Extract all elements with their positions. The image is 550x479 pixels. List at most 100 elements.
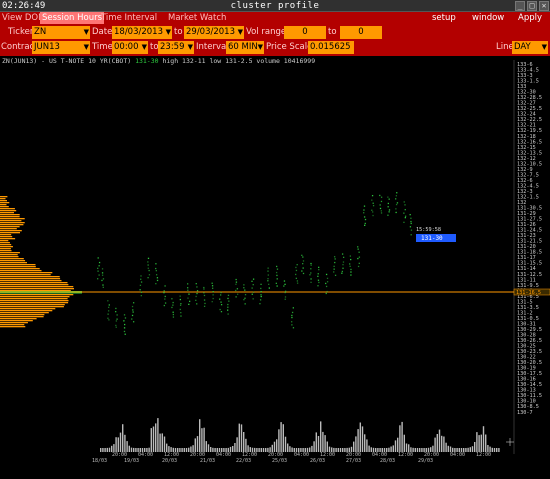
cluster-cell	[251, 293, 253, 295]
cluster-cell	[212, 291, 214, 293]
date-from-field[interactable]: 18/03/2013 ▼	[112, 26, 172, 39]
interval-field[interactable]: 60 MIN ▼	[226, 41, 264, 54]
cluster-cell	[131, 318, 133, 320]
volume-bar	[482, 426, 485, 452]
ticker-field[interactable]: ZN ▼	[32, 26, 90, 39]
cluster-cell	[357, 257, 359, 260]
cluster-cell	[163, 292, 165, 294]
menu-market-watch[interactable]: Market Watch	[168, 12, 226, 24]
volume-bar	[469, 447, 471, 452]
volume-bar	[353, 441, 355, 452]
profile-bar	[0, 228, 17, 230]
cluster-cell	[98, 265, 100, 267]
profile-bar	[0, 264, 36, 266]
cluster-cell	[350, 274, 352, 276]
maximize-button[interactable]: □	[527, 1, 537, 11]
volrange-to-field[interactable]: 0	[340, 26, 382, 39]
cluster-cell	[372, 214, 374, 217]
cluster-cell	[235, 278, 237, 281]
volume-bar	[207, 444, 210, 452]
menu-time-interval[interactable]: Time Interval	[101, 12, 157, 24]
volume-bar	[243, 432, 245, 452]
volume-bar	[192, 445, 194, 452]
contract-field[interactable]: JUN13 ▼	[32, 41, 90, 54]
time-to-value: 23:59	[160, 42, 185, 52]
volume-bar	[408, 444, 410, 452]
menu-apply[interactable]: Apply	[518, 12, 542, 24]
cluster-cell	[268, 287, 270, 289]
profile-bar	[0, 308, 56, 310]
cluster-cell	[325, 282, 327, 285]
cluster-cell	[410, 234, 412, 236]
cluster-cell	[317, 279, 320, 281]
pricescale-field[interactable]: 0.015625	[308, 41, 354, 54]
cluster-profile-chart[interactable]: ZN(JUN13) - US T-NOTE 10 YR(CBOT) 131-30…	[0, 56, 550, 479]
cluster-cell	[227, 313, 229, 315]
cluster-cell	[108, 304, 110, 306]
volume-bar	[436, 434, 438, 452]
ticker-label: Ticker	[8, 27, 34, 37]
minimize-button[interactable]: _	[515, 1, 525, 11]
time-from-field[interactable]: 00:00 ▼	[112, 41, 148, 54]
profile-bar	[0, 270, 42, 272]
volume-bar	[421, 448, 423, 452]
time-to-field[interactable]: 23:59 ▼	[158, 41, 194, 54]
menu-window[interactable]: window	[472, 12, 504, 24]
cluster-cell	[260, 295, 262, 298]
cluster-cell	[227, 306, 229, 308]
volume-bar	[166, 443, 168, 452]
cluster-cell	[349, 263, 351, 265]
cluster-cell	[220, 301, 222, 303]
volume-bar	[280, 422, 282, 452]
cluster-cell	[172, 316, 175, 318]
volume-bar	[447, 445, 449, 452]
menu-session-hours[interactable]: Session Hours	[40, 12, 105, 24]
cluster-cell	[259, 299, 262, 301]
cluster-cell	[302, 272, 305, 275]
hour-label: 04:00	[450, 452, 465, 458]
cluster-cell	[387, 202, 390, 205]
volume-bar	[471, 446, 474, 452]
profile-bar	[0, 232, 20, 234]
cluster-cell	[267, 270, 269, 272]
cluster-cell	[132, 309, 134, 311]
cluster-cell	[131, 314, 134, 317]
volume-bar	[342, 448, 344, 452]
profile-bar	[0, 240, 9, 242]
profile-bar	[0, 316, 44, 318]
menu-setup[interactable]: setup	[432, 12, 456, 24]
cluster-cell	[115, 307, 117, 310]
cluster-cell	[212, 297, 214, 300]
volume-bar	[366, 439, 368, 452]
line-field[interactable]: DAY ▼	[512, 41, 548, 54]
cluster-cell	[295, 273, 297, 276]
cluster-cell	[188, 300, 191, 302]
cluster-cell	[259, 303, 261, 305]
volume-bar	[181, 448, 183, 452]
cluster-cell	[164, 295, 166, 298]
cluster-cell	[196, 290, 199, 292]
volume-bar	[157, 418, 159, 452]
volume-bar	[159, 433, 161, 452]
date-to-field[interactable]: 29/03/2013 ▼	[184, 26, 244, 39]
cluster-cell	[363, 205, 366, 207]
profile-bar	[0, 236, 13, 238]
profile-bar	[0, 254, 18, 256]
interval-value: 60 MIN	[228, 42, 258, 52]
volrange-from-field[interactable]: 0	[284, 26, 326, 39]
cluster-cell	[131, 305, 134, 308]
hour-label: 12:00	[476, 452, 491, 458]
cluster-cell	[227, 297, 229, 300]
date-label: 19/03	[124, 458, 139, 464]
cluster-cell	[325, 285, 328, 288]
cluster-cell	[349, 265, 351, 267]
profile-bar	[0, 244, 12, 246]
volume-bar	[337, 448, 339, 452]
menu-view-dom[interactable]: View DOM	[2, 12, 45, 24]
volume-bar	[478, 435, 480, 452]
volume-bar	[201, 428, 203, 452]
volume-bar	[212, 447, 214, 452]
close-button[interactable]: ✕	[539, 1, 549, 11]
cluster-cell	[291, 324, 293, 326]
cluster-cell	[196, 303, 198, 305]
